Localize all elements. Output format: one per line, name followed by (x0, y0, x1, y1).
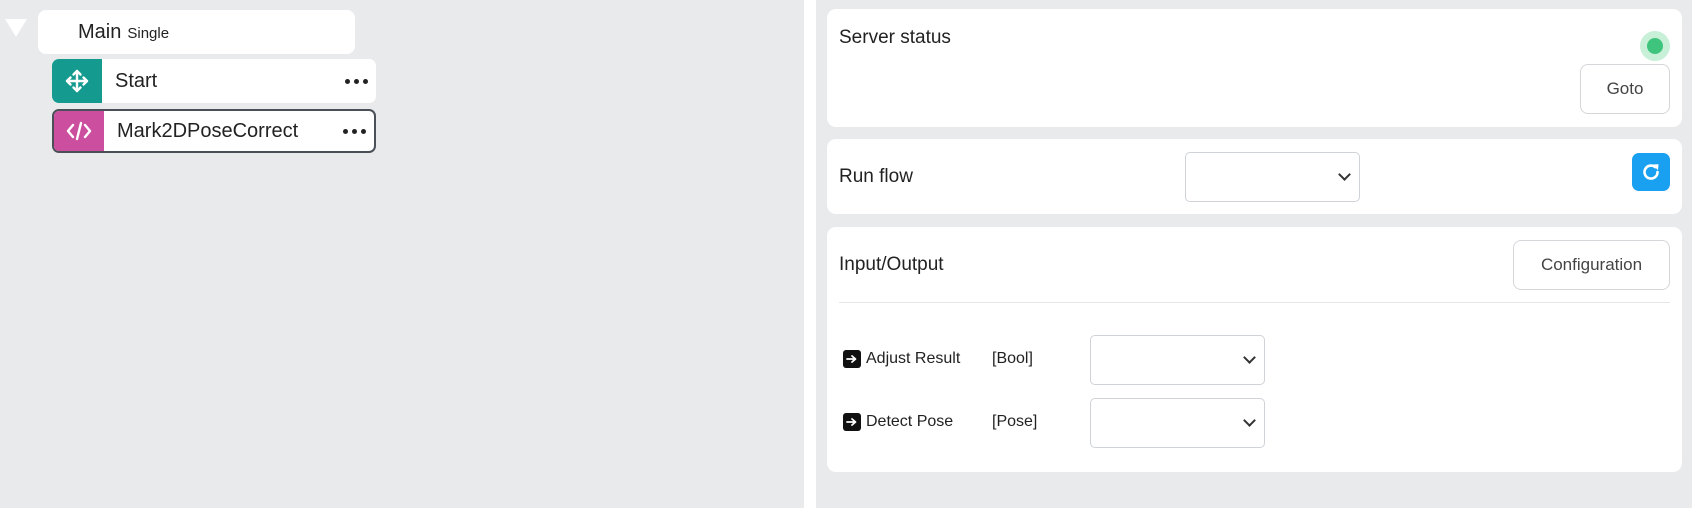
section-divider (839, 302, 1670, 303)
collapse-triangle-icon[interactable] (5, 19, 27, 37)
chevron-down-icon (1243, 414, 1256, 427)
output-arrow-icon (843, 350, 861, 368)
step-node-start[interactable]: Start (52, 59, 376, 103)
more-options-icon[interactable] (334, 128, 374, 134)
flow-tree-pane: Main Single Start Mark2DPoseCorrect (0, 0, 804, 508)
move-arrows-icon (52, 59, 102, 103)
main-flow-node[interactable]: Main Single (38, 10, 355, 54)
configuration-button[interactable]: Configuration (1513, 240, 1670, 290)
input-output-card: Input/Output Configuration Adjust Result… (827, 227, 1682, 472)
detect-pose-select[interactable] (1090, 398, 1265, 448)
step-label: Start (115, 69, 158, 92)
run-flow-card: Run flow (827, 139, 1682, 214)
step-label: Mark2DPoseCorrect (117, 119, 299, 142)
io-name: Detect Pose (866, 413, 954, 430)
server-status-card: Server status Goto (827, 9, 1682, 127)
goto-button[interactable]: Goto (1580, 64, 1670, 114)
main-flow-title: Main (78, 20, 122, 43)
input-output-title: Input/Output (839, 254, 944, 275)
adjust-result-select[interactable] (1090, 335, 1265, 385)
pane-divider[interactable] (804, 0, 816, 508)
more-options-icon[interactable] (336, 78, 376, 84)
refresh-button[interactable] (1632, 153, 1670, 191)
status-indicator-icon (1640, 31, 1670, 61)
io-row-detect-pose: Detect Pose [Pose] (843, 398, 1265, 448)
io-row-adjust-result: Adjust Result [Bool] (843, 335, 1265, 385)
step-node-mark2dposecorrect[interactable]: Mark2DPoseCorrect (52, 109, 376, 153)
main-flow-subtitle: Single (127, 25, 170, 42)
io-type: [Pose] (992, 413, 1038, 430)
io-name: Adjust Result (866, 350, 961, 367)
output-arrow-icon (843, 413, 861, 431)
chevron-down-icon (1338, 168, 1351, 181)
chevron-down-icon (1243, 351, 1256, 364)
io-type: [Bool] (992, 350, 1033, 367)
server-status-title: Server status (839, 27, 951, 48)
refresh-icon (1643, 164, 1659, 180)
code-icon (54, 111, 104, 151)
run-flow-title: Run flow (839, 166, 913, 187)
run-flow-select[interactable] (1185, 152, 1360, 202)
